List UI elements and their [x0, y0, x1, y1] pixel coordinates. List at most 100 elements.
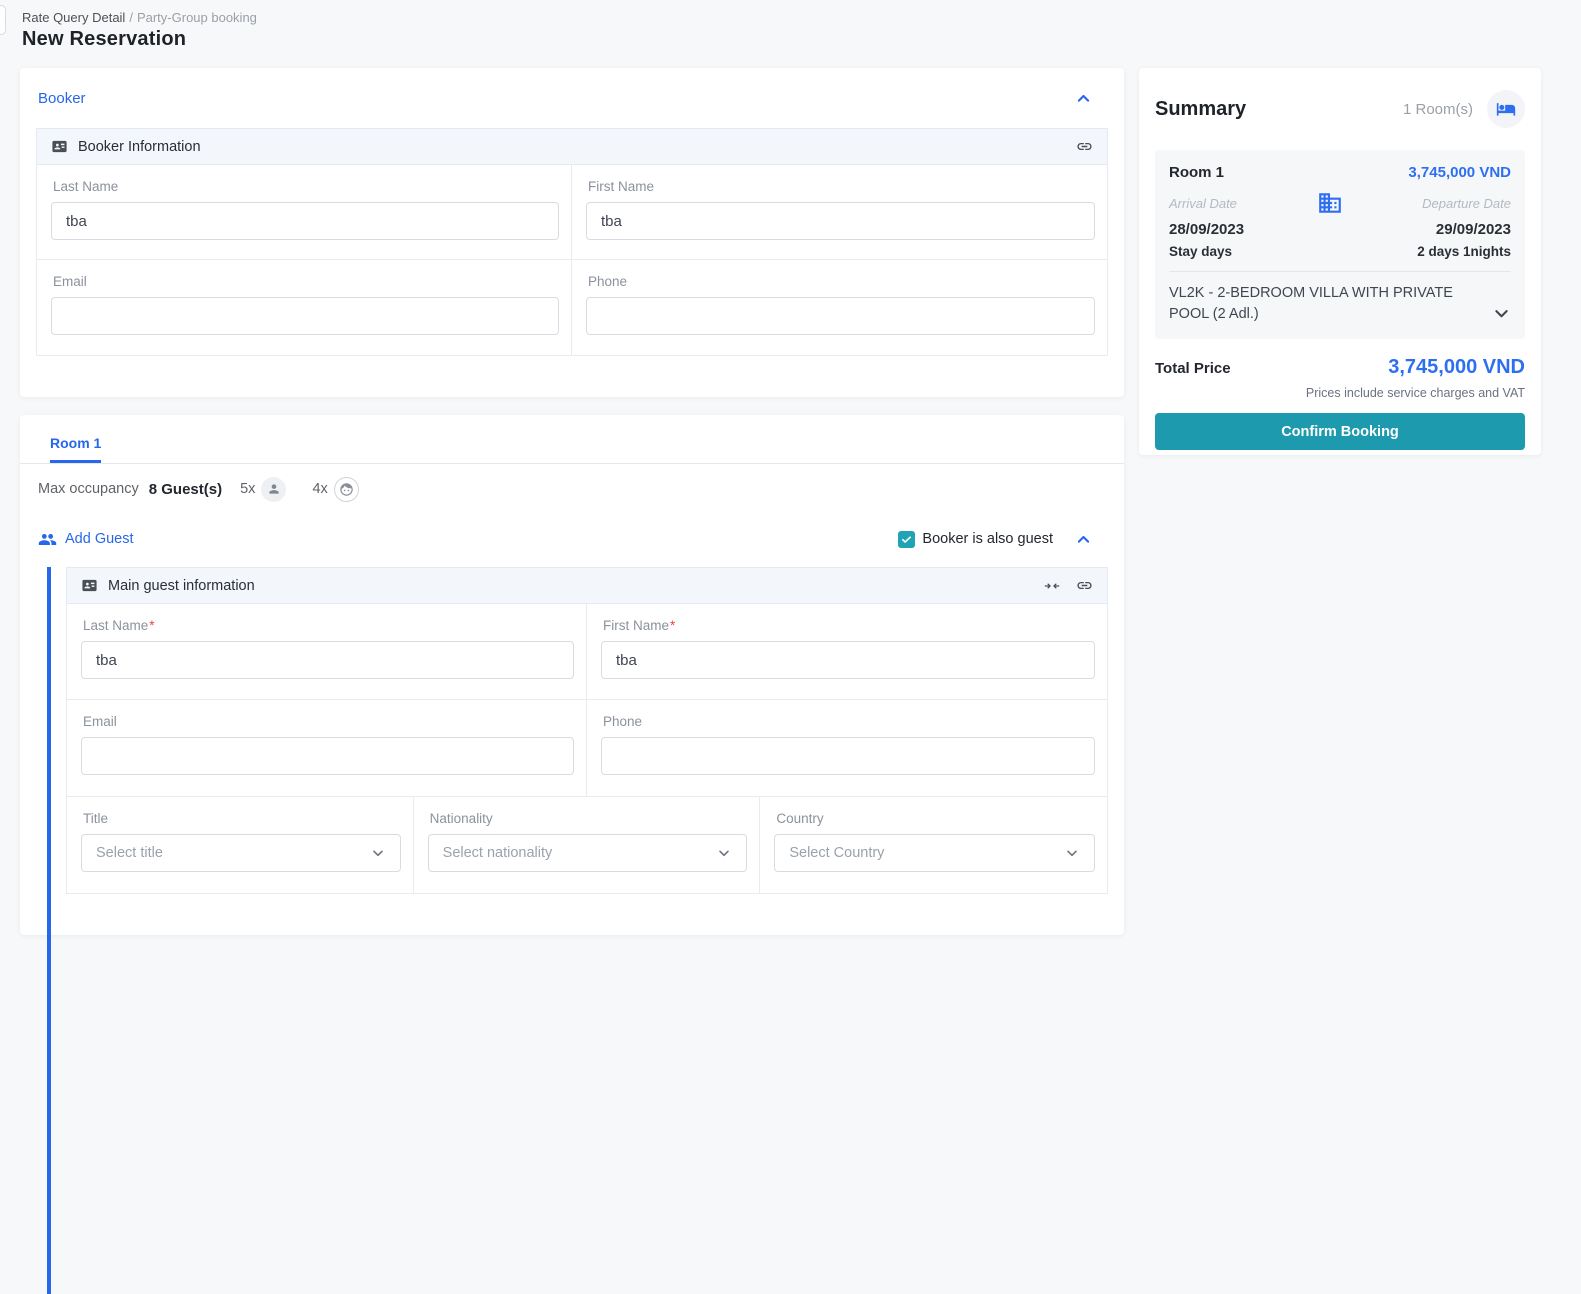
max-occupancy-total: 8 Guest(s)	[148, 480, 223, 498]
guest-phone-input[interactable]	[601, 737, 1095, 775]
booker-phone-input[interactable]	[586, 297, 1095, 335]
child-occupancy-badge	[333, 476, 359, 502]
booker-last-name-input[interactable]	[51, 202, 559, 240]
window-edge	[0, 5, 6, 35]
room-type-name: VL2K - 2-BEDROOM VILLA WITH PRIVATE POOL…	[1169, 285, 1453, 323]
room-type-expand-button[interactable]	[1492, 304, 1511, 323]
id-card-icon	[52, 140, 67, 153]
guest-accent-bar	[47, 567, 51, 1294]
booker-last-name-label: Last Name	[53, 179, 119, 194]
booker-email-input[interactable]	[51, 297, 559, 335]
booker-phone-label: Phone	[588, 274, 628, 289]
person-icon	[269, 484, 279, 494]
country-select[interactable]: Select Country	[774, 834, 1095, 872]
summary-panel: Summary 1 Room(s) Room 1 3,745,000 VND A…	[1139, 68, 1541, 455]
breadcrumb: Rate Query Detail / Party-Group booking	[22, 10, 257, 25]
main-guest-panel-title: Main guest information	[108, 577, 255, 594]
chevron-down-icon	[1495, 310, 1508, 318]
rooms-badge	[1487, 90, 1525, 128]
booker-collapse-button[interactable]	[1075, 90, 1092, 107]
breadcrumb-separator: /	[129, 10, 133, 25]
guest-country-label: Country	[776, 811, 824, 826]
add-guest-people-icon	[38, 533, 57, 545]
tab-room-1[interactable]: Room 1	[50, 435, 102, 463]
breadcrumb-current: Party-Group booking	[136, 10, 257, 25]
stay-days-value: 2 days 1nights	[1417, 244, 1511, 259]
add-guest-button[interactable]: Add Guest	[38, 530, 134, 549]
booker-link-button[interactable]	[1076, 138, 1093, 155]
total-price-label: Total Price	[1155, 360, 1231, 378]
vat-note: Prices include service charges and VAT	[1305, 386, 1525, 401]
required-asterisk: *	[149, 618, 155, 633]
link-icon	[1077, 142, 1092, 151]
guest-email-input[interactable]	[81, 737, 574, 775]
rooms-count: 1 Room(s)	[1402, 100, 1473, 118]
guest-country-cell: Country Select Country	[760, 797, 1107, 893]
compress-fields-button[interactable]	[1044, 578, 1060, 594]
booker-last-name-cell: Last Name	[37, 165, 572, 260]
children-count: 4x	[312, 481, 328, 497]
guest-email-label: Email	[83, 714, 117, 729]
guest-last-name-input[interactable]	[81, 641, 574, 679]
id-card-icon	[82, 579, 97, 592]
departure-date-label: Departure Date	[1422, 195, 1511, 211]
adults-count: 5x	[240, 481, 256, 497]
booker-email-cell: Email	[37, 260, 572, 355]
total-price-value: 3,745,000 VND	[1388, 356, 1525, 379]
guest-link-button[interactable]	[1076, 577, 1093, 594]
chevron-down-icon	[1067, 850, 1077, 857]
bed-icon	[1496, 103, 1516, 116]
booker-panel-title: Booker Information	[78, 138, 201, 155]
add-guest-label: Add Guest	[65, 531, 134, 547]
page-title: New Reservation	[22, 28, 187, 50]
chevron-up-icon	[1077, 535, 1090, 543]
arrival-date-label: Arrival Date	[1169, 195, 1237, 211]
guest-first-name-cell: First Name*	[587, 604, 1107, 700]
booker-first-name-cell: First Name	[572, 165, 1107, 260]
booker-is-guest-checkbox[interactable]	[898, 530, 916, 548]
guest-email-cell: Email	[67, 700, 587, 796]
booker-section-title[interactable]: Booker	[38, 90, 86, 107]
summary-room-name: Room 1	[1169, 164, 1225, 181]
guest-title-cell: Title Select title	[67, 797, 414, 893]
departure-date-value: 29/09/2023	[1435, 221, 1511, 238]
guest-nationality-label: Nationality	[429, 811, 493, 826]
booker-section: Booker Booker Information Last Name Firs…	[20, 68, 1124, 397]
check-icon	[902, 535, 912, 543]
guest-last-name-label: Last Name	[83, 618, 149, 633]
required-asterisk: *	[670, 618, 676, 633]
guest-first-name-input[interactable]	[601, 641, 1095, 679]
booker-first-name-label: First Name	[588, 179, 655, 194]
booker-information-panel: Booker Information Last Name First Name …	[36, 128, 1108, 356]
guest-last-name-cell: Last Name*	[67, 604, 587, 700]
booker-is-guest-label: Booker is also guest	[922, 531, 1053, 547]
booker-email-label: Email	[53, 274, 87, 289]
guest-phone-cell: Phone	[587, 700, 1107, 796]
compress-icon	[1044, 583, 1060, 588]
chevron-down-icon	[372, 850, 383, 857]
summary-room-price: 3,745,000 VND	[1408, 164, 1511, 181]
room-tabs: Room 1	[20, 415, 1124, 464]
guest-collapse-button[interactable]	[1075, 531, 1092, 548]
booker-first-name-input[interactable]	[586, 202, 1095, 240]
guest-phone-label: Phone	[603, 714, 643, 729]
summary-title: Summary	[1155, 97, 1247, 120]
confirm-booking-button[interactable]: Confirm Booking	[1155, 413, 1525, 451]
chevron-down-icon	[719, 850, 730, 857]
nationality-select[interactable]: Select nationality	[427, 834, 748, 872]
link-icon	[1077, 581, 1092, 590]
breadcrumb-parent-link[interactable]: Rate Query Detail	[22, 10, 125, 25]
arrival-date-value: 28/09/2023	[1169, 221, 1245, 238]
adult-occupancy-badge	[261, 476, 287, 502]
guest-nationality-cell: Nationality Select nationality	[414, 797, 761, 893]
title-select[interactable]: Select title	[81, 834, 401, 872]
booker-phone-cell: Phone	[572, 260, 1107, 355]
summary-room-card: Room 1 3,745,000 VND Arrival Date Depart…	[1155, 150, 1525, 340]
guest-title-label: Title	[83, 811, 109, 826]
occupancy-row: Max occupancy 8 Guest(s) 5x 4x	[38, 476, 1124, 502]
guest-first-name-label: First Name	[603, 618, 670, 633]
main-guest-panel: Main guest information Last Name* First	[66, 567, 1108, 894]
child-face-icon	[340, 482, 353, 496]
stay-days-label: Stay days	[1169, 244, 1233, 259]
building-icon	[1318, 193, 1341, 213]
